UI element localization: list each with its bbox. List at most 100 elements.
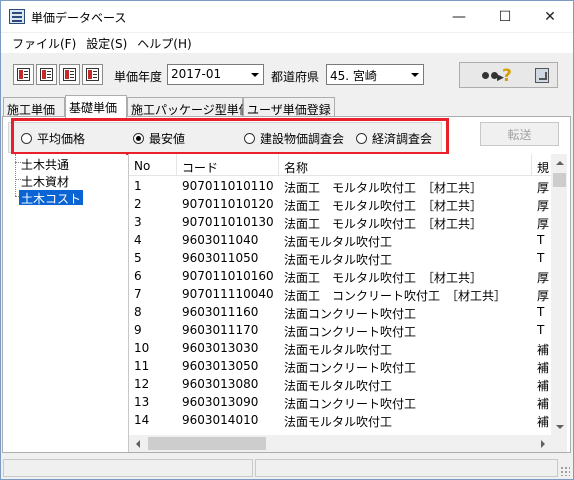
cell-no: 7 (134, 287, 142, 301)
table-row[interactable]: 13 9603013090 法面コンクリート吹付工 補 (129, 393, 551, 411)
table-row[interactable]: 8 9603011160 法面コンクリート吹付工 T (129, 303, 551, 321)
price-list: No コード 名称 規 1 907011010110 法面工 モルタル吹付工 ［材工… (128, 154, 567, 452)
app-icon (9, 9, 25, 24)
table-row[interactable]: 1 907011010110 法面工 モルタル吹付工 ［材工共］ 厚 (129, 177, 551, 195)
cell-code: 9603013090 (182, 395, 259, 409)
column-header-name[interactable]: 名称 (279, 154, 532, 176)
cell-code: 9603011160 (182, 305, 259, 319)
cell-code: 907011010160 (182, 269, 274, 283)
column-header-code[interactable]: コード (177, 154, 279, 176)
tab-package-unit-price[interactable]: 施工パッケージ型単価 (127, 97, 251, 117)
menu-settings[interactable]: 設定(S) (81, 33, 132, 53)
title-bar: 単価データベース — ☐ ✕ (1, 1, 573, 32)
year-select[interactable]: 2017-01 (167, 64, 264, 85)
prefecture-value: 45. 宮崎 (330, 69, 377, 83)
close-button[interactable]: ✕ (527, 1, 573, 32)
cell-no: 6 (134, 269, 142, 283)
cell-code: 9603013050 (182, 359, 259, 373)
table-row[interactable]: 3 907011010130 法面工 モルタル吹付工 ［材工共］ 厚 (129, 213, 551, 231)
prefecture-select[interactable]: 45. 宮崎 (326, 64, 424, 85)
table-row[interactable]: 2 907011010120 法面工 モルタル吹付工 ［材工共］ 厚 (129, 195, 551, 213)
chevron-down-icon[interactable] (406, 65, 423, 84)
column-header-spec[interactable]: 規 (532, 154, 551, 176)
cell-no: 13 (134, 395, 150, 409)
cell-name: 法面コンクリート吹付工 (284, 361, 417, 375)
table-row[interactable]: 11 9603013050 法面コンクリート吹付工 補 (129, 357, 551, 375)
list-rows: 1 907011010110 法面工 モルタル吹付工 ［材工共］ 厚 2 90701101… (129, 177, 551, 434)
table-row[interactable]: 10 9603013030 法面モルタル吹付工 補 (129, 339, 551, 357)
toolbar-button-2[interactable] (36, 64, 57, 85)
vertical-scroll-thumb[interactable] (553, 173, 566, 187)
exit-icon (535, 68, 549, 83)
toolbar-button-3[interactable] (59, 64, 80, 85)
document-icon (40, 68, 53, 81)
horizontal-scrollbar[interactable] (129, 435, 551, 452)
cell-code: 9603011050 (182, 251, 259, 265)
cell-no: 10 (134, 341, 150, 355)
cell-no: 9 (134, 323, 142, 337)
maximize-button[interactable]: ☐ (482, 1, 528, 32)
scroll-up-icon[interactable] (551, 154, 567, 171)
tree-item-civil-materials[interactable]: 土木資材 (19, 173, 71, 189)
search-help-button[interactable]: ▶ ? (459, 62, 558, 88)
scroll-corner (551, 435, 567, 452)
year-value: 2017-01 (171, 67, 222, 81)
tree-item-civil-cost[interactable]: 土木コスト (17, 189, 85, 206)
scroll-left-icon[interactable] (129, 435, 146, 452)
cell-spec: 補 (537, 361, 550, 375)
cell-code: 9603011040 (182, 233, 259, 247)
cell-no: 8 (134, 305, 142, 319)
table-row[interactable]: 7 907011110040 法面工 コンクリート吹付工 ［材工共］ 厚 (129, 285, 551, 303)
transfer-button[interactable]: 転送 (480, 122, 559, 146)
cell-name: 法面モルタル吹付工 (284, 415, 393, 429)
cell-name: 法面工 モルタル吹付工 ［材工共］ (284, 217, 483, 231)
cell-name: 法面工 モルタル吹付工 ［材工共］ (284, 199, 483, 213)
tab-strip: 施工単価 基礎単価 施工パッケージ型単価 ユーザ単価登録 (1, 95, 573, 118)
cell-spec: T (537, 251, 545, 265)
maximize-icon: ☐ (498, 8, 512, 25)
scroll-right-icon[interactable] (534, 435, 551, 452)
menu-help[interactable]: ヘルプ(H) (132, 33, 196, 53)
toolbar-button-4[interactable] (82, 64, 103, 85)
table-row[interactable]: 4 9603011040 法面モルタル吹付工 T (129, 231, 551, 249)
cell-name: 法面工 モルタル吹付工 ［材工共］ (284, 181, 483, 195)
cell-code: 9603014010 (182, 413, 259, 427)
column-header-no[interactable]: No (129, 154, 177, 176)
vertical-scrollbar[interactable] (551, 154, 567, 435)
scroll-down-icon[interactable] (551, 418, 567, 435)
cell-no: 1 (134, 179, 142, 193)
cell-code: 9603013030 (182, 341, 259, 355)
cell-name: 法面モルタル吹付工 (284, 253, 393, 267)
cell-code: 907011010120 (182, 197, 274, 211)
menu-file[interactable]: ファイル(F) (7, 33, 81, 53)
cell-code: 907011110040 (182, 287, 274, 301)
table-row[interactable]: 14 9603014010 法面モルタル吹付工 補 (129, 411, 551, 429)
chevron-down-icon[interactable] (246, 65, 263, 84)
tab-construction-unit-price[interactable]: 施工単価 (3, 97, 65, 117)
table-row[interactable]: 9 9603011170 法面コンクリート吹付工 T (129, 321, 551, 339)
tab-basic-unit-price[interactable]: 基礎単価 (65, 95, 127, 118)
minimize-button[interactable]: — (436, 1, 482, 32)
tree-item-civil-common[interactable]: 土木共通 (19, 156, 71, 172)
cell-spec: 補 (537, 343, 550, 357)
status-pane-right (255, 459, 558, 477)
cell-no: 11 (134, 359, 150, 373)
cell-no: 3 (134, 215, 142, 229)
help-icon: ? (502, 66, 512, 86)
cell-spec: 厚 (537, 199, 550, 213)
binoculars-icon (482, 71, 498, 80)
cell-spec: 厚 (537, 271, 550, 285)
toolbar-button-1[interactable] (13, 64, 34, 85)
table-row[interactable]: 12 9603013080 法面モルタル吹付工 補 (129, 375, 551, 393)
table-row[interactable]: 5 9603011050 法面モルタル吹付工 T (129, 249, 551, 267)
cell-no: 12 (134, 377, 150, 391)
prefecture-label: 都道府県 (271, 70, 320, 84)
tab-user-unit-price[interactable]: ユーザ単価登録 (243, 97, 335, 117)
status-pane-left (3, 459, 253, 477)
resize-grip-icon[interactable] (560, 466, 570, 476)
cell-spec: 厚 (537, 289, 550, 303)
cell-name: 法面工 モルタル吹付工 ［材工共］ (284, 271, 483, 285)
horizontal-scroll-thumb[interactable] (148, 437, 266, 450)
cell-spec: 補 (537, 379, 550, 393)
table-row[interactable]: 6 907011010160 法面工 モルタル吹付工 ［材工共］ 厚 (129, 267, 551, 285)
